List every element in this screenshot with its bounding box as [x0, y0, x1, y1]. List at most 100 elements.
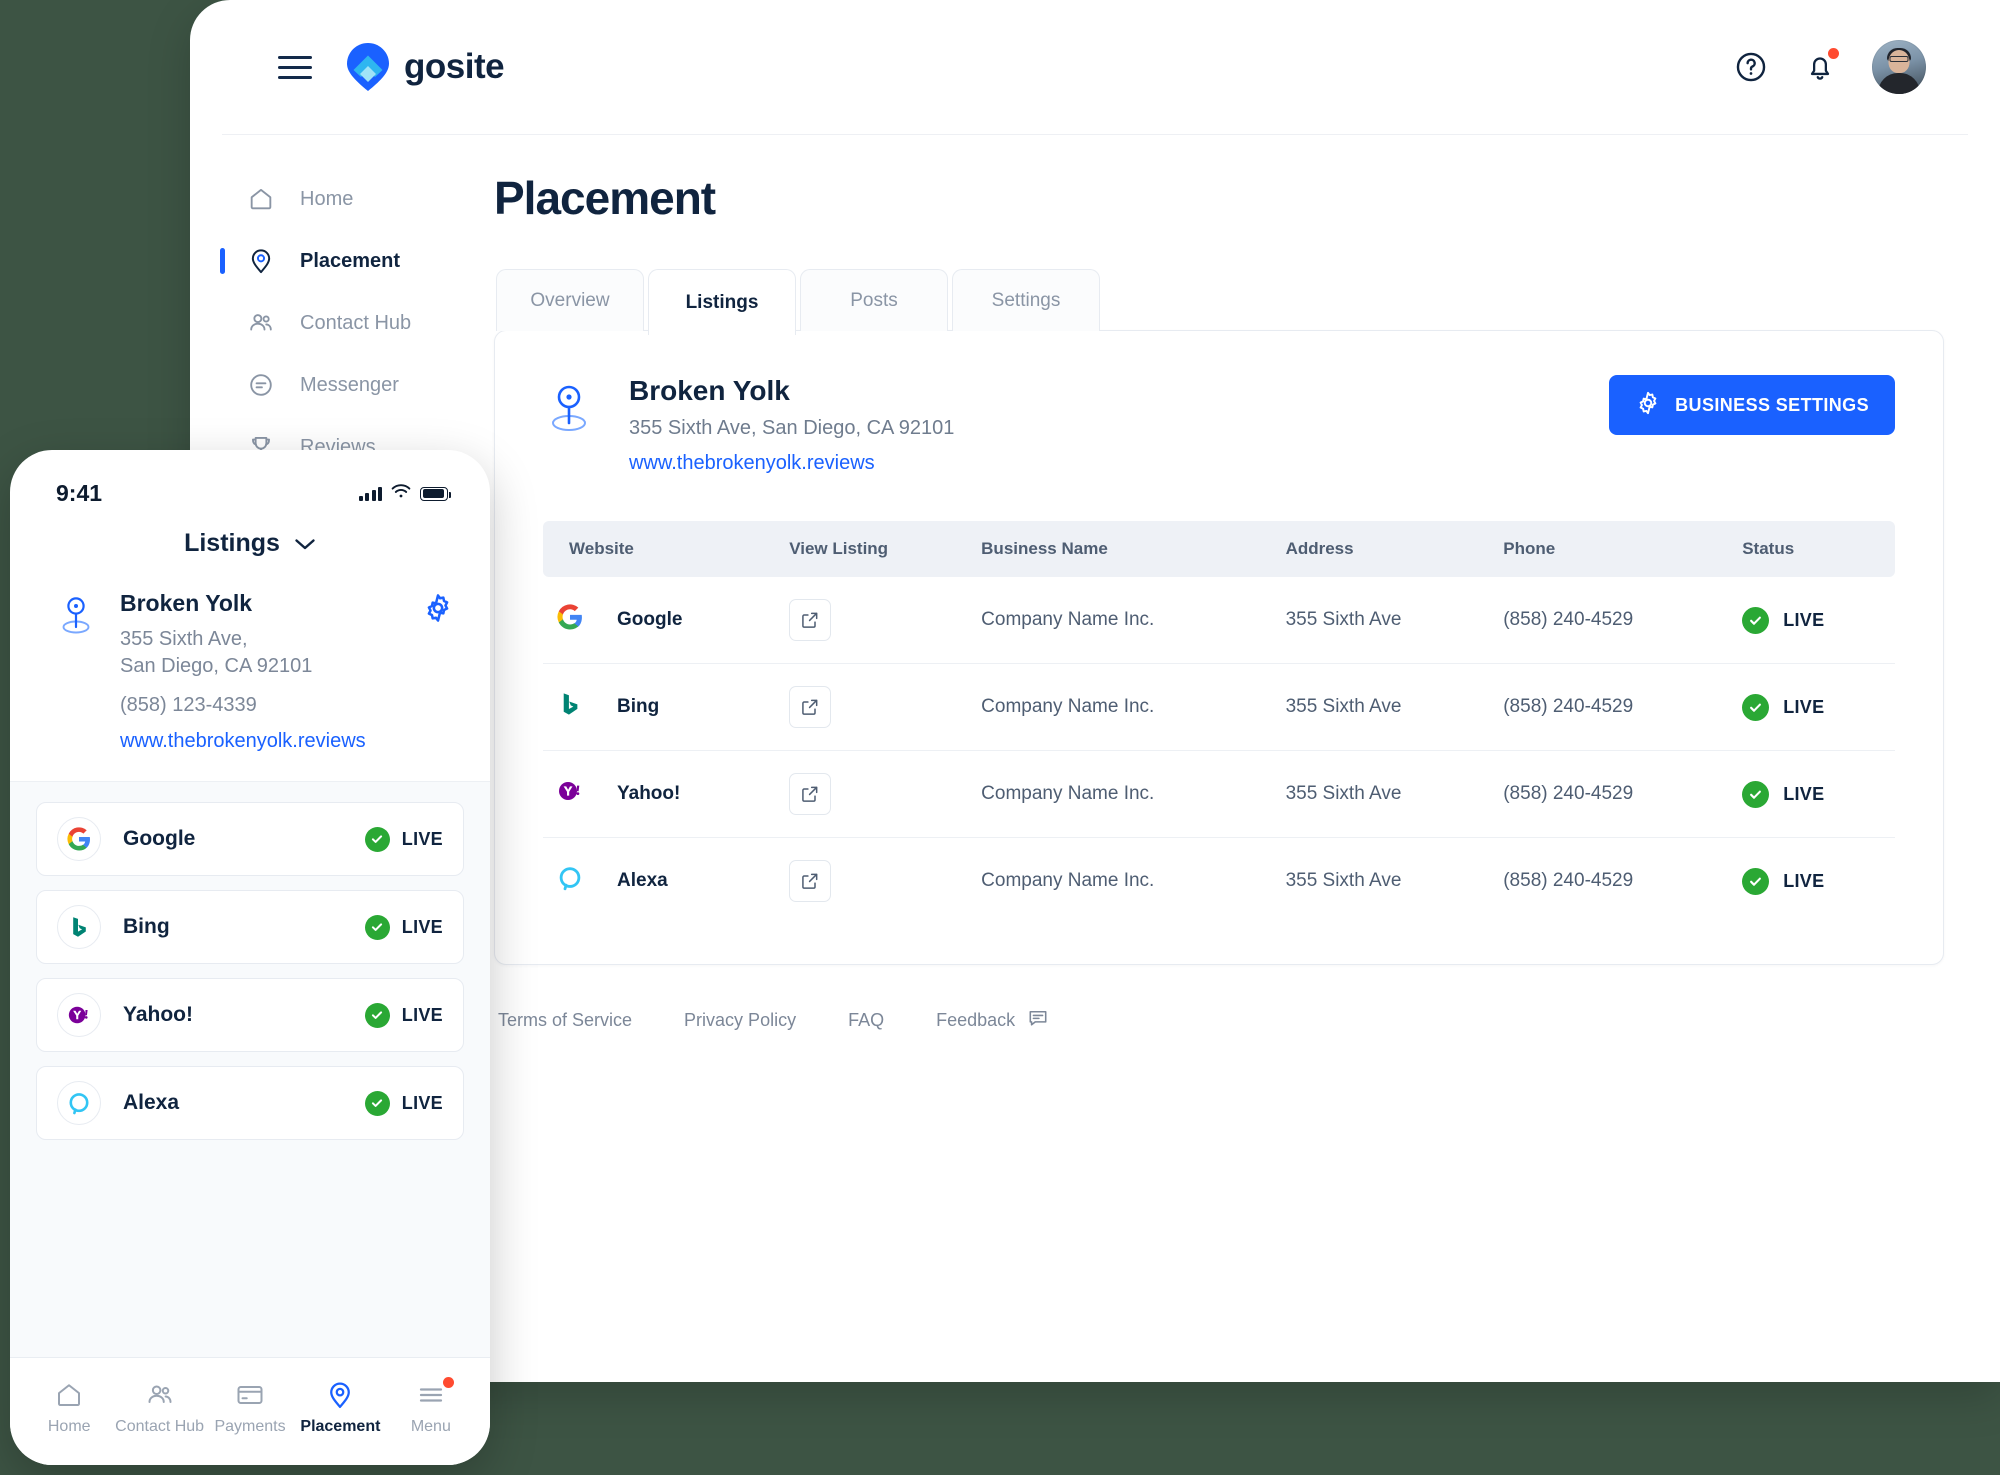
- list-item[interactable]: Bing LIVE: [36, 890, 464, 965]
- bing-icon: [557, 691, 583, 723]
- col-address: Address: [1271, 521, 1490, 577]
- business-header: Broken Yolk 355 Sixth Ave, San Diego, CA…: [543, 375, 1895, 475]
- status-badge: LIVE: [1783, 870, 1825, 891]
- table-header: Website View Listing Business Name Addre…: [543, 521, 1895, 577]
- col-status: Status: [1728, 521, 1895, 577]
- business-website-link[interactable]: www.thebrokenyolk.reviews: [629, 452, 954, 475]
- nav-item-label: Contact Hub: [115, 1417, 205, 1435]
- cell-website: Yahoo!: [543, 750, 776, 838]
- tab-listings[interactable]: Listings: [648, 269, 796, 335]
- tab-label: Listings: [685, 291, 759, 313]
- external-link-icon[interactable]: [789, 686, 832, 728]
- status-badge: LIVE: [401, 1004, 443, 1025]
- external-link-icon[interactable]: [789, 860, 832, 902]
- cell-business-name: Company Name Inc.: [967, 577, 1272, 664]
- status-check-icon: [1742, 780, 1770, 808]
- list-item-label: Yahoo!: [123, 1003, 194, 1027]
- gear-icon[interactable]: [422, 590, 454, 629]
- col-business-name: Business Name: [967, 521, 1272, 577]
- help-circle-icon[interactable]: [1734, 50, 1768, 84]
- alexa-icon: [57, 1081, 101, 1126]
- website-name: Bing: [617, 696, 660, 717]
- sidebar-item-label: Placement: [300, 249, 401, 272]
- phone-status-bar: 9:41: [10, 450, 490, 507]
- tab-overview[interactable]: Overview: [496, 269, 644, 331]
- sidebar-item-contact-hub[interactable]: Contact Hub: [190, 293, 470, 353]
- nav-item-label: Payments: [214, 1417, 286, 1435]
- bell-icon[interactable]: [1804, 48, 1839, 84]
- cell-phone: (858) 240-4529: [1503, 870, 1634, 891]
- business-address: 355 Sixth Ave, San Diego, CA 92101: [629, 417, 955, 439]
- footer-privacy-link[interactable]: Privacy Policy: [684, 1010, 796, 1031]
- phone-business-name: Broken Yolk: [120, 590, 253, 616]
- list-item-status: LIVE: [364, 1002, 443, 1028]
- nav-item-contact-hub[interactable]: Contact Hub: [114, 1380, 204, 1436]
- tab-settings[interactable]: Settings: [952, 269, 1100, 331]
- list-item[interactable]: Google LIVE: [36, 802, 464, 877]
- status-badge: LIVE: [401, 828, 443, 849]
- table-row[interactable]: Bing Company Name Inc. 355 Sixth Ave (85…: [543, 663, 1895, 751]
- phone-page-title[interactable]: Listings: [10, 507, 490, 584]
- battery-icon: [420, 486, 451, 501]
- list-item-status: LIVE: [364, 914, 443, 940]
- footer-feedback-label: Feedback: [936, 1010, 1016, 1030]
- col-website: Website: [543, 521, 776, 577]
- sidebar-item-messenger[interactable]: Messenger: [190, 355, 470, 415]
- desktop-top-bar: gosite: [222, 0, 1968, 135]
- map-pin-icon: [246, 246, 276, 276]
- tab-posts[interactable]: Posts: [800, 269, 948, 331]
- nav-item-payments[interactable]: Payments: [205, 1380, 295, 1436]
- footer-terms-link[interactable]: Terms of Service: [498, 1010, 632, 1031]
- business-settings-button[interactable]: BUSINESS SETTINGS: [1609, 375, 1895, 435]
- col-view-listing: View Listing: [775, 521, 968, 577]
- cell-phone: (858) 240-4529: [1489, 663, 1729, 751]
- table-row[interactable]: Alexa Company Name Inc. 355 Sixth Ave (8…: [543, 838, 1895, 925]
- phone-business-info: Broken Yolk 355 Sixth Ave, San Diego, CA…: [120, 590, 366, 753]
- list-item-label: Alexa: [123, 1091, 180, 1115]
- sidebar-item-label: Contact Hub: [300, 311, 412, 334]
- nav-item-label: Placement: [300, 1417, 381, 1435]
- cell-website: Google: [543, 577, 776, 664]
- website-name: Yahoo!: [617, 783, 681, 804]
- website-name: Alexa: [617, 870, 668, 891]
- listings-table: Website View Listing Business Name Addre…: [543, 521, 1895, 924]
- phone-business-phone: (858) 123-4339: [120, 693, 257, 716]
- google-icon: [557, 604, 583, 636]
- sidebar-item-home[interactable]: Home: [190, 169, 470, 229]
- gosite-logo-icon: [346, 42, 390, 92]
- table-row[interactable]: Google Company Name Inc. 355 Sixth Ave (…: [543, 577, 1895, 664]
- nav-item-placement[interactable]: Placement: [295, 1380, 385, 1436]
- status-check-icon: [1742, 867, 1770, 895]
- external-link-icon[interactable]: [789, 599, 832, 641]
- phone-business-address-line1: 355 Sixth Ave,: [120, 628, 248, 650]
- list-item[interactable]: Alexa LIVE: [36, 1066, 464, 1141]
- hamburger-icon[interactable]: [278, 55, 312, 79]
- people-icon: [246, 308, 276, 338]
- nav-item-home[interactable]: Home: [24, 1380, 114, 1436]
- cell-status: LIVE: [1728, 750, 1895, 838]
- avatar[interactable]: [1872, 40, 1926, 94]
- cell-website: Bing: [543, 663, 776, 751]
- footer-feedback-link[interactable]: Feedback: [936, 1007, 1049, 1034]
- footer-faq-link[interactable]: FAQ: [848, 1010, 884, 1031]
- gear-icon: [1635, 390, 1661, 421]
- phone-title-label: Listings: [184, 529, 280, 557]
- cell-status: LIVE: [1728, 663, 1895, 751]
- status-check-icon: [364, 1002, 390, 1028]
- brand-name: gosite: [404, 47, 505, 86]
- nav-item-menu[interactable]: Menu: [386, 1376, 476, 1436]
- list-item[interactable]: Yahoo! LIVE: [36, 978, 464, 1053]
- main-content: Placement Overview Listings Posts Settin…: [470, 135, 2000, 1382]
- website-name: Google: [617, 609, 683, 630]
- status-check-icon: [1742, 606, 1770, 634]
- sidebar-item-placement[interactable]: Placement: [190, 231, 470, 291]
- mobile-device: 9:41 Listings Broken Yolk 355 Sixth Ave,…: [10, 450, 490, 1465]
- external-link-icon[interactable]: [789, 773, 832, 815]
- cell-business-name: Company Name Inc.: [967, 663, 1272, 751]
- cell-phone: (858) 240-4529: [1489, 750, 1729, 838]
- table-row[interactable]: Yahoo! Company Name Inc. 355 Sixth Ave (…: [543, 750, 1895, 838]
- brand-logo-group[interactable]: gosite: [346, 42, 505, 92]
- business-name: Broken Yolk: [629, 375, 790, 406]
- phone-business-website-link[interactable]: www.thebrokenyolk.reviews: [120, 730, 366, 753]
- page-title: Placement: [494, 172, 716, 224]
